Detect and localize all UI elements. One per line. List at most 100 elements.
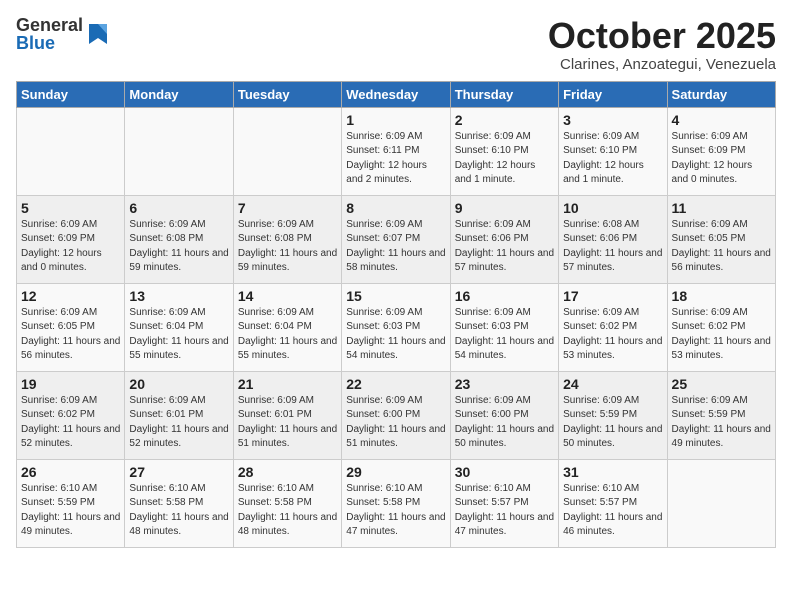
day-number: 24 [563,376,662,392]
day-info: Sunrise: 6:09 AM Sunset: 6:07 PM Dayligh… [346,218,445,276]
day-info: Sunrise: 6:10 AM Sunset: 5:57 PM Dayligh… [563,482,662,540]
weekday-header-sunday: Sunday [17,81,125,107]
day-number: 8 [346,200,445,216]
calendar-subtitle: Clarines, Anzoategui, Venezuela [548,56,776,73]
day-number: 14 [238,288,337,304]
calendar-cell: 7 Sunrise: 6:09 AM Sunset: 6:08 PM Daylig… [233,195,341,283]
day-info: Sunrise: 6:10 AM Sunset: 5:58 PM Dayligh… [129,482,228,540]
calendar-cell: 21 Sunrise: 6:09 AM Sunset: 6:01 PM Dayli… [233,371,341,459]
weekday-header-tuesday: Tuesday [233,81,341,107]
day-number: 10 [563,200,662,216]
calendar-cell: 17Sunrise: 6:09 AM Sunset: 6:02 PM Dayli… [559,283,667,371]
day-info: Sunrise: 6:09 AM Sunset: 6:10 PM Dayligh… [455,130,554,188]
calendar-cell: 3Sunrise: 6:09 AM Sunset: 6:10 PM Daylig… [559,107,667,195]
title-block: October 2025 Clarines, Anzoategui, Venez… [548,16,776,73]
page-header: General Blue October 2025 Clarines, Anzo… [16,16,776,73]
calendar-cell: 30 Sunrise: 6:10 AM Sunset: 5:57 PM Dayli… [450,459,558,547]
calendar-cell: 12Sunrise: 6:09 AM Sunset: 6:05 PM Dayli… [17,283,125,371]
day-number: 23 [455,376,554,392]
calendar-cell: 15 Sunrise: 6:09 AM Sunset: 6:03 PM Dayli… [342,283,450,371]
weekday-header-saturday: Saturday [667,81,775,107]
day-info: Sunrise: 6:09 AM Sunset: 6:01 PM Dayligh… [129,394,228,452]
calendar-cell: 5 Sunrise: 6:09 AM Sunset: 6:09 PM Daylig… [17,195,125,283]
weekday-header-wednesday: Wednesday [342,81,450,107]
calendar-cell: 28 Sunrise: 6:10 AM Sunset: 5:58 PM Dayli… [233,459,341,547]
week-row-5: 26Sunrise: 6:10 AM Sunset: 5:59 PM Dayli… [17,459,776,547]
calendar-table: SundayMondayTuesdayWednesdayThursdayFrid… [16,81,776,548]
day-number: 20 [129,376,228,392]
calendar-cell: 4 Sunrise: 6:09 AM Sunset: 6:09 PM Daylig… [667,107,775,195]
calendar-cell: 25 Sunrise: 6:09 AM Sunset: 5:59 PM Dayli… [667,371,775,459]
weekday-header-thursday: Thursday [450,81,558,107]
day-number: 21 [238,376,337,392]
day-number: 18 [672,288,771,304]
calendar-cell: 24 Sunrise: 6:09 AM Sunset: 5:59 PM Dayli… [559,371,667,459]
calendar-cell: 23Sunrise: 6:09 AM Sunset: 6:00 PM Dayli… [450,371,558,459]
day-info: Sunrise: 6:09 AM Sunset: 6:03 PM Dayligh… [455,306,554,364]
day-number: 29 [346,464,445,480]
calendar-cell [125,107,233,195]
day-number: 11 [672,200,771,216]
weekday-header-row: SundayMondayTuesdayWednesdayThursdayFrid… [17,81,776,107]
calendar-cell: 2Sunrise: 6:09 AM Sunset: 6:10 PM Daylig… [450,107,558,195]
day-number: 19 [21,376,120,392]
calendar-cell: 31Sunrise: 6:10 AM Sunset: 5:57 PM Dayli… [559,459,667,547]
calendar-cell: 9 Sunrise: 6:09 AM Sunset: 6:06 PM Daylig… [450,195,558,283]
calendar-cell: 20 Sunrise: 6:09 AM Sunset: 6:01 PM Dayli… [125,371,233,459]
calendar-cell: 16 Sunrise: 6:09 AM Sunset: 6:03 PM Dayli… [450,283,558,371]
calendar-cell: 13 Sunrise: 6:09 AM Sunset: 6:04 PM Dayli… [125,283,233,371]
day-info: Sunrise: 6:09 AM Sunset: 6:05 PM Dayligh… [21,306,120,364]
day-info: Sunrise: 6:09 AM Sunset: 6:02 PM Dayligh… [672,306,771,364]
calendar-cell: 29 Sunrise: 6:10 AM Sunset: 5:58 PM Dayli… [342,459,450,547]
week-row-4: 19Sunrise: 6:09 AM Sunset: 6:02 PM Dayli… [17,371,776,459]
calendar-cell: 6 Sunrise: 6:09 AM Sunset: 6:08 PM Daylig… [125,195,233,283]
day-number: 5 [21,200,120,216]
day-info: Sunrise: 6:09 AM Sunset: 6:08 PM Dayligh… [238,218,337,276]
day-info: Sunrise: 6:09 AM Sunset: 6:04 PM Dayligh… [238,306,337,364]
day-number: 22 [346,376,445,392]
day-info: Sunrise: 6:08 AM Sunset: 6:06 PM Dayligh… [563,218,662,276]
calendar-cell: 18 Sunrise: 6:09 AM Sunset: 6:02 PM Dayli… [667,283,775,371]
day-number: 7 [238,200,337,216]
day-info: Sunrise: 6:09 AM Sunset: 5:59 PM Dayligh… [672,394,771,452]
calendar-cell: 19Sunrise: 6:09 AM Sunset: 6:02 PM Dayli… [17,371,125,459]
day-number: 25 [672,376,771,392]
day-info: Sunrise: 6:10 AM Sunset: 5:57 PM Dayligh… [455,482,554,540]
day-info: Sunrise: 6:09 AM Sunset: 6:01 PM Dayligh… [238,394,337,452]
calendar-cell [17,107,125,195]
day-info: Sunrise: 6:10 AM Sunset: 5:58 PM Dayligh… [346,482,445,540]
day-number: 27 [129,464,228,480]
day-number: 15 [346,288,445,304]
logo-icon [87,20,109,48]
day-number: 16 [455,288,554,304]
calendar-cell: 22Sunrise: 6:09 AM Sunset: 6:00 PM Dayli… [342,371,450,459]
day-number: 9 [455,200,554,216]
calendar-cell: 10 Sunrise: 6:08 AM Sunset: 6:06 PM Dayli… [559,195,667,283]
day-info: Sunrise: 6:09 AM Sunset: 6:06 PM Dayligh… [455,218,554,276]
day-info: Sunrise: 6:09 AM Sunset: 6:11 PM Dayligh… [346,130,445,188]
day-info: Sunrise: 6:09 AM Sunset: 5:59 PM Dayligh… [563,394,662,452]
day-info: Sunrise: 6:09 AM Sunset: 6:02 PM Dayligh… [563,306,662,364]
day-info: Sunrise: 6:09 AM Sunset: 6:03 PM Dayligh… [346,306,445,364]
day-info: Sunrise: 6:09 AM Sunset: 6:09 PM Dayligh… [672,130,771,188]
day-info: Sunrise: 6:09 AM Sunset: 6:05 PM Dayligh… [672,218,771,276]
calendar-cell: 11 Sunrise: 6:09 AM Sunset: 6:05 PM Dayli… [667,195,775,283]
day-number: 13 [129,288,228,304]
day-info: Sunrise: 6:09 AM Sunset: 6:09 PM Dayligh… [21,218,120,276]
day-info: Sunrise: 6:09 AM Sunset: 6:08 PM Dayligh… [129,218,228,276]
day-number: 1 [346,112,445,128]
day-number: 6 [129,200,228,216]
calendar-cell: 26Sunrise: 6:10 AM Sunset: 5:59 PM Dayli… [17,459,125,547]
logo: General Blue [16,16,109,52]
day-info: Sunrise: 6:10 AM Sunset: 5:58 PM Dayligh… [238,482,337,540]
day-info: Sunrise: 6:09 AM Sunset: 6:10 PM Dayligh… [563,130,662,188]
calendar-cell [233,107,341,195]
day-info: Sunrise: 6:10 AM Sunset: 5:59 PM Dayligh… [21,482,120,540]
calendar-cell: 8 Sunrise: 6:09 AM Sunset: 6:07 PM Daylig… [342,195,450,283]
day-number: 4 [672,112,771,128]
calendar-cell: 27 Sunrise: 6:10 AM Sunset: 5:58 PM Dayli… [125,459,233,547]
logo-general-text: General [16,16,83,34]
day-number: 28 [238,464,337,480]
day-info: Sunrise: 6:09 AM Sunset: 6:04 PM Dayligh… [129,306,228,364]
day-number: 30 [455,464,554,480]
